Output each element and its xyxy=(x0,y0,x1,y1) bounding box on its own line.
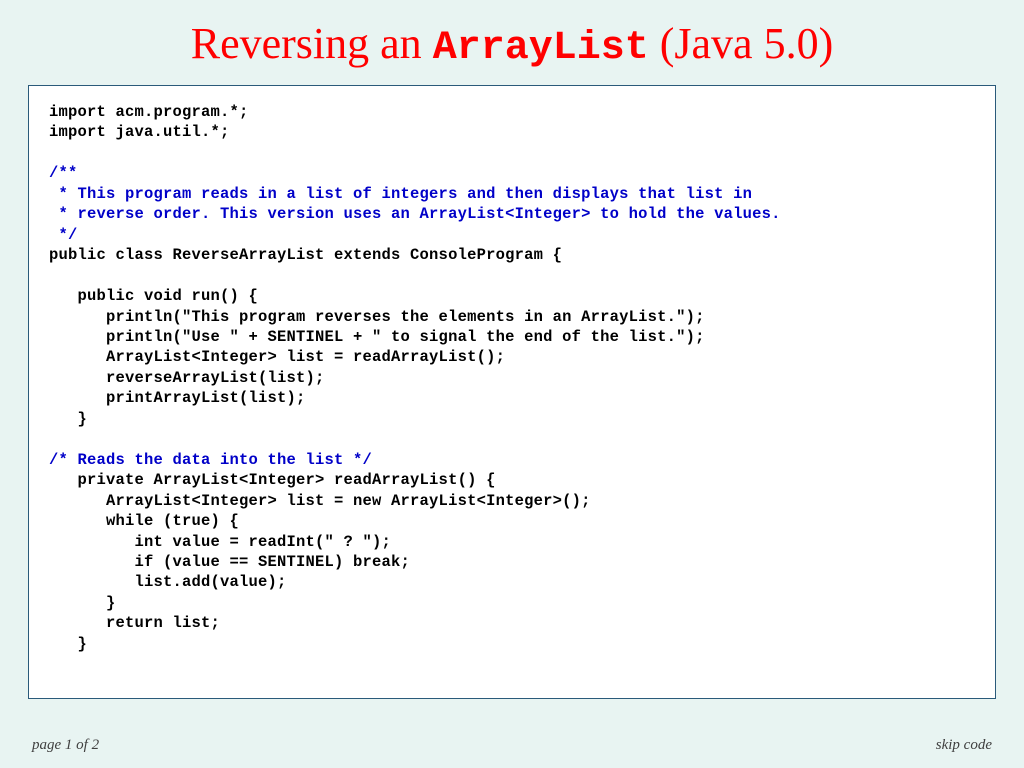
code-line: reverseArrayList(list); xyxy=(49,369,325,387)
code-comment: /* Reads the data into the list */ xyxy=(49,451,372,469)
code-comment: * reverse order. This version uses an Ar… xyxy=(49,205,781,223)
code-line: println("This program reverses the eleme… xyxy=(49,308,705,326)
code-comment: /** xyxy=(49,164,78,182)
skip-code-link[interactable]: skip code xyxy=(936,737,992,754)
code-line: return list; xyxy=(49,614,220,632)
page-indicator: page 1 of 2 xyxy=(32,737,99,754)
code-line: import java.util.*; xyxy=(49,123,230,141)
code-line: public void run() { xyxy=(49,287,258,305)
code-line: private ArrayList<Integer> readArrayList… xyxy=(49,471,496,489)
slide-title: Reversing an ArrayList (Java 5.0) xyxy=(28,18,996,71)
code-line: int value = readInt(" ? "); xyxy=(49,533,391,551)
code-line: list.add(value); xyxy=(49,573,287,591)
code-line: if (value == SENTINEL) break; xyxy=(49,553,410,571)
code-line: } xyxy=(49,594,116,612)
code-panel: import acm.program.*; import java.util.*… xyxy=(28,85,996,699)
code-line: printArrayList(list); xyxy=(49,389,306,407)
code-line: println("Use " + SENTINEL + " to signal … xyxy=(49,328,705,346)
footer: page 1 of 2 skip code xyxy=(32,737,992,754)
slide-container: Reversing an ArrayList (Java 5.0) import… xyxy=(0,0,1024,768)
code-listing: import acm.program.*; import java.util.*… xyxy=(49,102,975,654)
code-line: } xyxy=(49,635,87,653)
code-line: } xyxy=(49,410,87,428)
code-comment: * This program reads in a list of intege… xyxy=(49,185,752,203)
code-line: while (true) { xyxy=(49,512,239,530)
title-suffix: (Java 5.0) xyxy=(649,19,834,68)
title-prefix: Reversing an xyxy=(191,19,433,68)
code-line: ArrayList<Integer> list = readArrayList(… xyxy=(49,348,505,366)
code-line: ArrayList<Integer> list = new ArrayList<… xyxy=(49,492,591,510)
code-line: public class ReverseArrayList extends Co… xyxy=(49,246,562,264)
code-line: import acm.program.*; xyxy=(49,103,249,121)
code-comment: */ xyxy=(49,226,78,244)
title-mono: ArrayList xyxy=(433,26,649,71)
